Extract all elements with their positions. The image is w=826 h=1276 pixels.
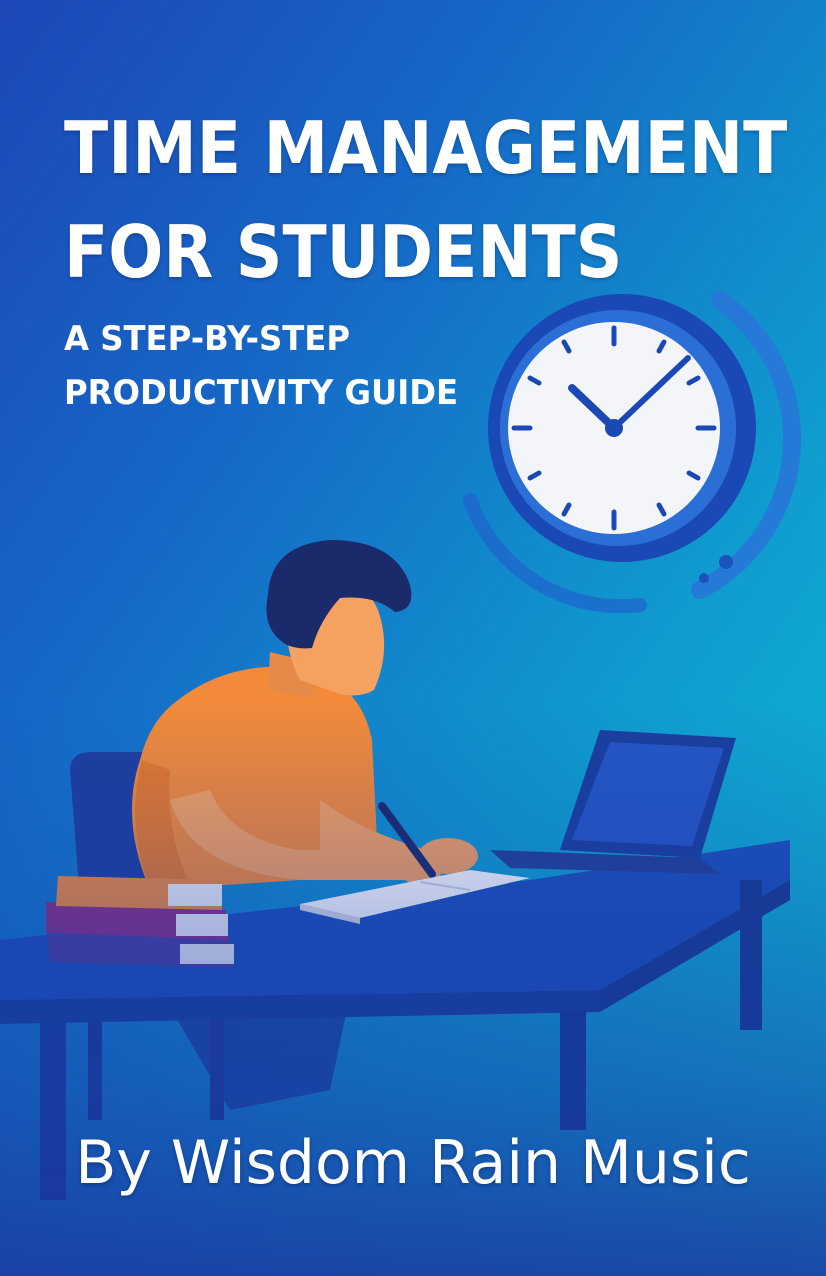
author-name: By Wisdom Rain Music [75,1128,751,1198]
clock-icon [463,291,801,614]
book-title: TIME MANAGEMENT FOR STUDENTS [64,96,788,304]
book-subtitle-line-2: PRODUCTIVITY GUIDE [64,373,459,413]
book-title-line-2: FOR STUDENTS [64,210,623,294]
laptop-icon [490,730,736,874]
book-subtitle: A STEP-BY-STEP PRODUCTIVITY GUIDE [64,312,482,420]
book-subtitle-line-1: A STEP-BY-STEP [64,319,351,359]
book-title-line-1: TIME MANAGEMENT [64,106,788,190]
book-cover: TIME MANAGEMENT FOR STUDENTS A STEP-BY-S… [0,0,826,1276]
student-figure [132,540,478,1110]
book-stack-icon [46,876,234,968]
